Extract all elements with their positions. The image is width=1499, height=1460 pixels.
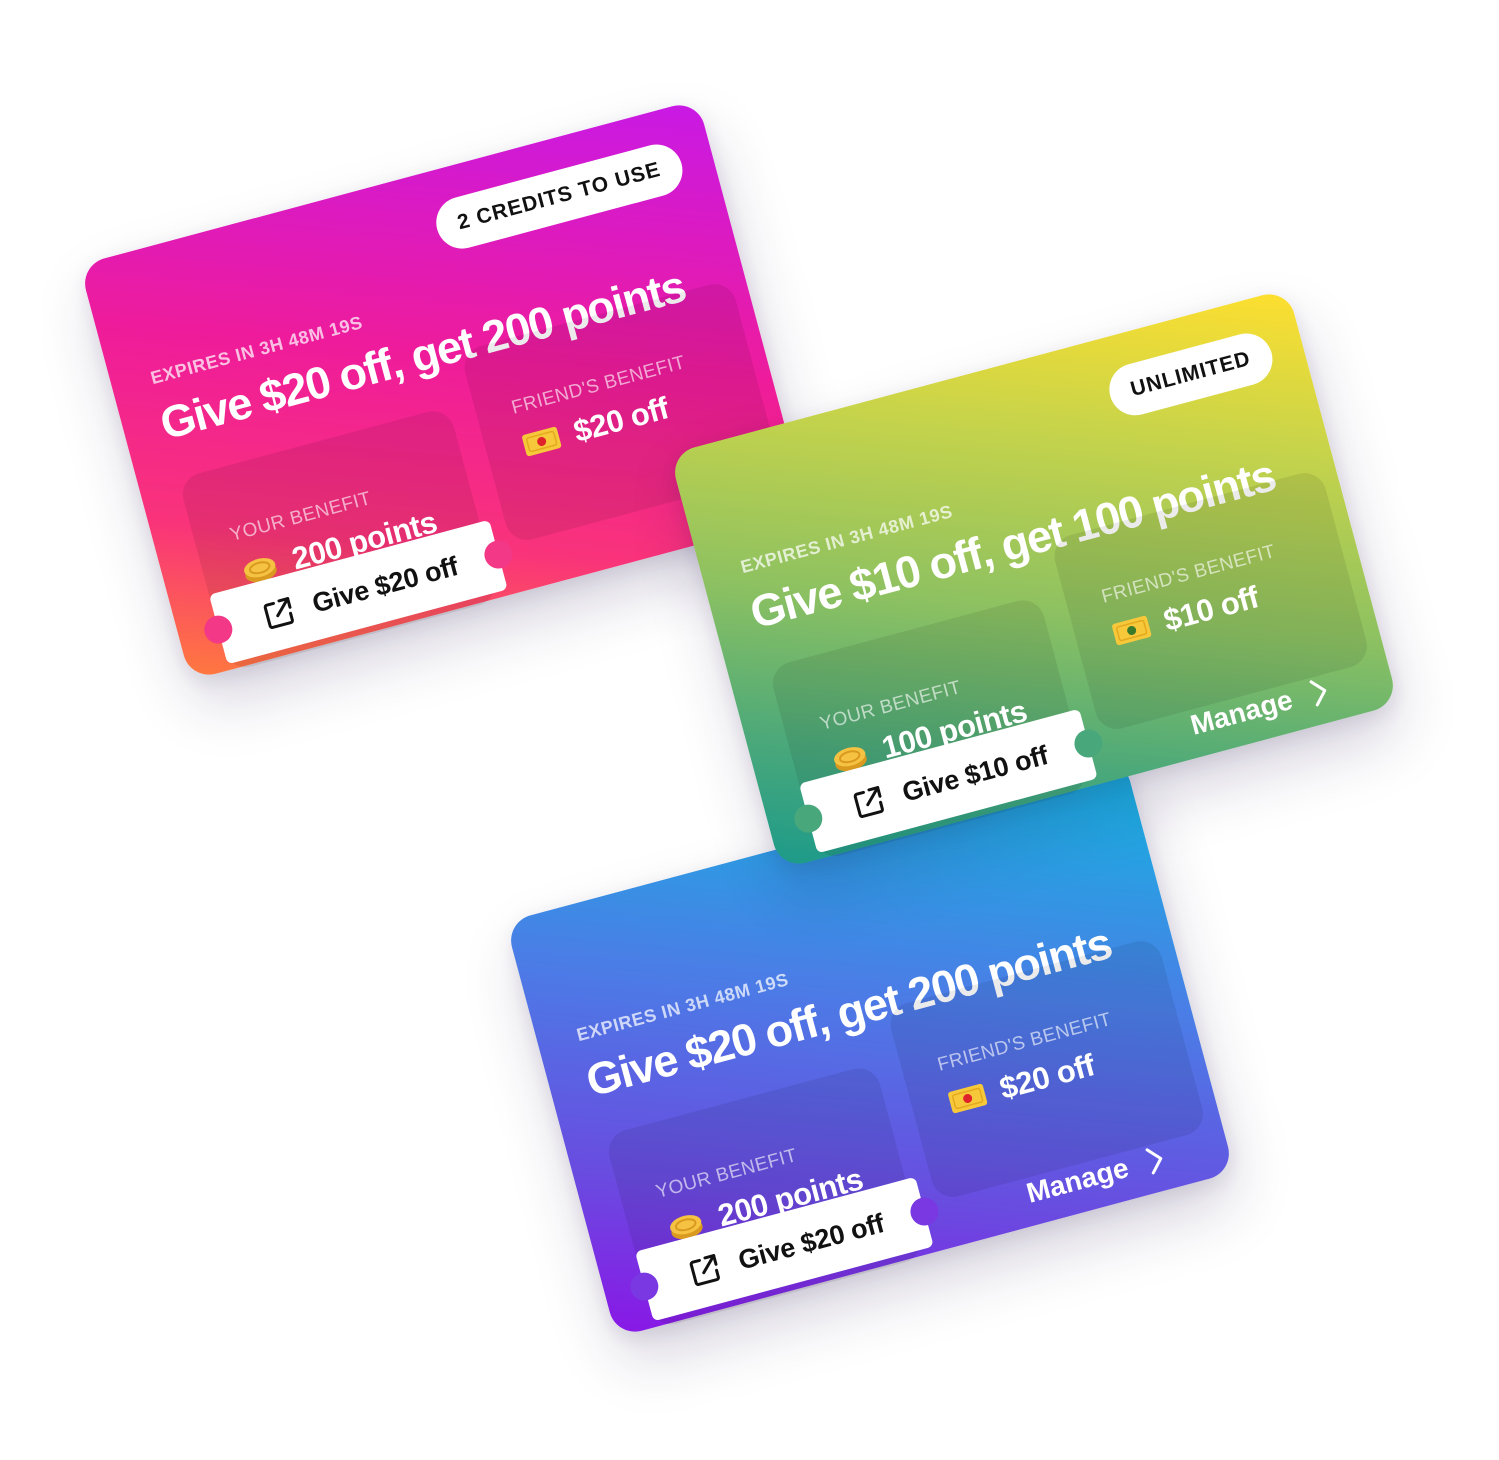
cash-icon [1108,609,1155,652]
share-icon [684,1249,726,1291]
ticket-notch-right [907,1194,942,1229]
ticket-notch-left [201,612,236,647]
share-icon [258,592,300,634]
ticket-notch-right [481,537,516,572]
chevron-right-icon [1305,675,1332,709]
cash-icon [518,420,565,463]
ticket-notch-right [1071,726,1106,761]
ticket-notch-left [791,801,826,836]
share-icon [848,781,890,823]
credits-badge: 2 CREDITS TO USE [430,138,689,255]
cash-icon [944,1077,991,1120]
chevron-right-icon [1141,1143,1168,1177]
reward-card-pink: 2 CREDITS TO USE EXPIRES IN 3H 48M 19S G… [79,99,809,681]
unlimited-badge: UNLIMITED [1103,327,1279,422]
reward-card-green: UNLIMITED EXPIRES IN 3H 48M 19S Give $10… [669,288,1399,870]
ticket-notch-left [627,1269,662,1304]
